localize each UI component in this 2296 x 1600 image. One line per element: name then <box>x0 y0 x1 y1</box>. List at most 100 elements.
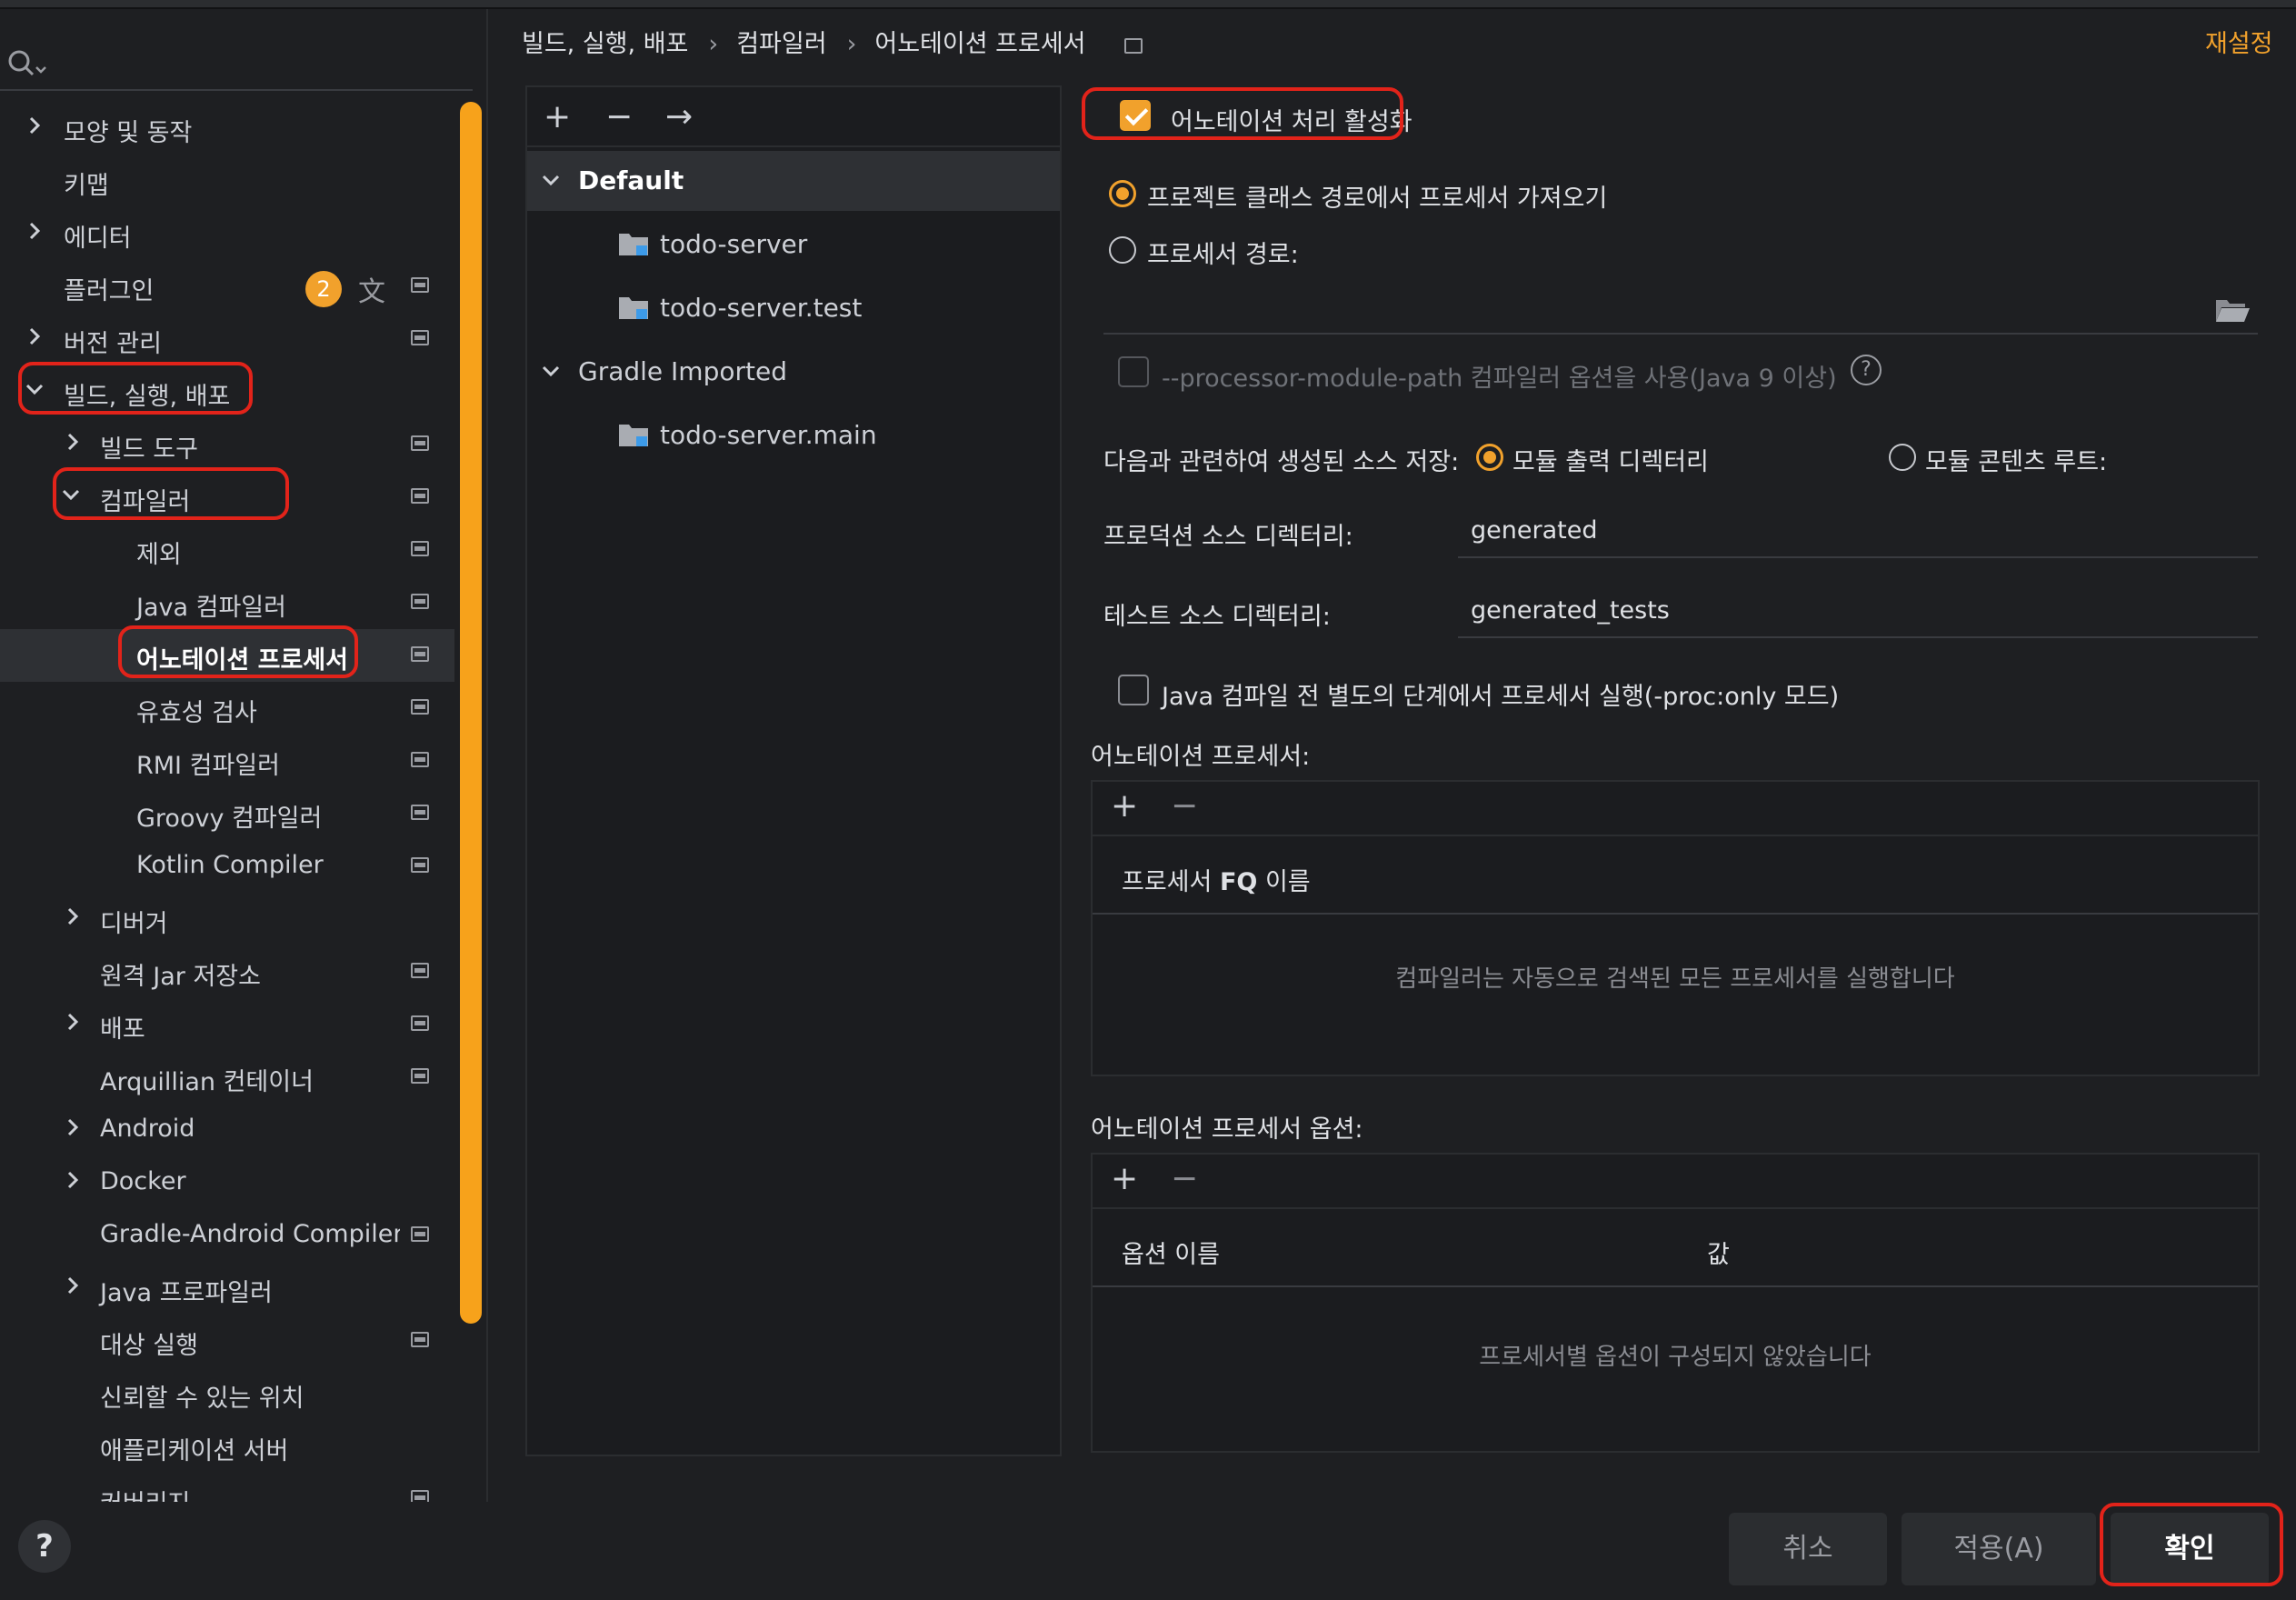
module-output-radio[interactable] <box>1476 444 1503 471</box>
sidebar-item-appearance[interactable]: 모양 및 동작 <box>0 102 454 155</box>
add-profile-icon[interactable]: + <box>544 98 571 135</box>
sidebar-item-application-servers[interactable]: 애플리케이션 서버 <box>0 1420 454 1473</box>
profile-row-gradle[interactable]: Gradle Imported <box>527 342 1060 402</box>
profile-row-default[interactable]: Default <box>527 151 1060 211</box>
module-row[interactable]: todo-server.test <box>527 278 1060 338</box>
option-value-column[interactable]: 값 <box>1707 1235 1730 1270</box>
sidebar-item-kotlin-compiler[interactable]: Kotlin Compiler <box>0 840 454 893</box>
proc-only-label[interactable]: Java 컴파일 전 별도의 단계에서 프로세서 실행(-proc:only 모… <box>1162 676 1839 712</box>
sidebar-item-excludes[interactable]: 제외 <box>0 524 454 576</box>
sidebar-item-debugger[interactable]: 디버거 <box>0 893 454 945</box>
remove-option-icon[interactable]: − <box>1171 1160 1198 1197</box>
sidebar-item-java-compiler[interactable]: Java 컴파일러 <box>0 576 454 629</box>
sidebar-item-arquillian[interactable]: Arquillian 컨테이너 <box>0 1051 454 1104</box>
content-root-radio[interactable] <box>1889 444 1916 471</box>
sidebar-item-label: 키맵 <box>64 172 109 200</box>
project-level-icon <box>411 752 429 767</box>
reset-link[interactable]: 재설정 <box>2205 24 2273 59</box>
sidebar-item-run-targets[interactable]: 대상 실행 <box>0 1315 454 1367</box>
sidebar-item-docker[interactable]: Docker <box>0 1156 454 1209</box>
option-name-column[interactable]: 옵션 이름 <box>1122 1235 1220 1270</box>
profile-label: Gradle Imported <box>578 356 787 386</box>
sidebar-item-label: Java 프로파일러 <box>100 1279 273 1307</box>
project-level-icon <box>411 646 429 662</box>
sidebar-item-remote-jar[interactable]: 원격 Jar 저장소 <box>0 945 454 998</box>
add-option-icon[interactable]: + <box>1111 1160 1138 1197</box>
annotation-settings: 어노테이션 처리 활성화 프로젝트 클래스 경로에서 프로세서 가져오기 프로세… <box>1082 85 2263 1456</box>
folder-open-icon[interactable] <box>2214 296 2251 324</box>
processor-fq-name-column[interactable]: 프로세서 FQ 이름 <box>1122 862 1311 897</box>
processors-toolbar: + − <box>1093 782 2258 836</box>
cancel-button[interactable]: 취소 <box>1729 1513 1887 1585</box>
sidebar-item-label: Kotlin Compiler <box>136 851 324 879</box>
settings-sidebar: 모양 및 동작 키맵 에디터 플러그인 2 文 버전 관리 빌드, 실행, 배포… <box>0 9 486 1502</box>
sidebar-item-version-control[interactable]: 버전 관리 <box>0 313 454 365</box>
sidebar-item-validation[interactable]: 유효성 검사 <box>0 682 454 735</box>
sidebar-scrollbar[interactable] <box>460 102 482 1324</box>
options-title: 어노테이션 프로세서 옵션: <box>1091 1115 1363 1144</box>
sidebar-item-label: 신뢰할 수 있는 위치 <box>100 1385 304 1413</box>
project-level-icon <box>411 594 429 609</box>
production-dir-underline <box>1458 556 2258 558</box>
sidebar-item-deployment[interactable]: 배포 <box>0 998 454 1051</box>
processor-path-radio[interactable] <box>1109 236 1136 264</box>
sidebar-item-rmi-compiler[interactable]: RMI 컴파일러 <box>0 735 454 787</box>
breadcrumb-part: 어노테이션 프로세서 <box>874 30 1086 58</box>
sidebar-item-plugins[interactable]: 플러그인 2 文 <box>0 260 454 313</box>
processor-path-field[interactable] <box>1103 333 2258 335</box>
sidebar-item-groovy-compiler[interactable]: Groovy 컴파일러 <box>0 787 454 840</box>
module-path-checkbox[interactable] <box>1118 356 1149 387</box>
sidebar-item-coverage[interactable]: 커버리지 <box>0 1473 454 1502</box>
breadcrumb-part[interactable]: 컴파일러 <box>736 30 826 58</box>
dialog-button-bar: ? 취소 적용(A) 확인 <box>0 1502 2296 1600</box>
content-root-radio-label[interactable]: 모듈 콘텐츠 루트: <box>1925 442 2107 477</box>
options-toolbar: + − <box>1093 1155 2258 1209</box>
classpath-radio[interactable] <box>1109 180 1136 207</box>
chevron-right-icon <box>29 222 41 240</box>
classpath-radio-label[interactable]: 프로젝트 클래스 경로에서 프로세서 가져오기 <box>1147 178 1607 214</box>
sidebar-item-label: Android <box>100 1115 195 1143</box>
column-text: 프로세서 <box>1122 868 1220 896</box>
help-icon[interactable]: ? <box>1851 355 1882 385</box>
highlight-ok-button <box>2100 1503 2283 1586</box>
project-level-icon <box>411 1332 429 1347</box>
module-path-option-label: --processor-module-path 컴파일러 옵션을 사용(Java… <box>1162 365 1837 393</box>
move-module-icon[interactable]: → <box>665 98 693 135</box>
proc-only-checkbox[interactable] <box>1118 675 1149 705</box>
sidebar-divider[interactable] <box>486 9 488 1502</box>
project-level-icon <box>411 435 429 451</box>
sidebar-item-gradle-android-compiler[interactable]: Gradle-Android Compiler <box>0 1209 454 1262</box>
chevron-right-icon: › <box>846 30 857 58</box>
sidebar-item-keymap[interactable]: 키맵 <box>0 155 454 207</box>
window-top-bar <box>0 0 2296 9</box>
project-level-icon <box>1124 38 1143 54</box>
sidebar-item-label: 원격 Jar 저장소 <box>100 963 261 991</box>
breadcrumb: 빌드, 실행, 배포 › 컴파일러 › 어노테이션 프로세서 <box>522 24 1152 59</box>
sidebar-item-label: 버전 관리 <box>64 330 162 358</box>
sidebar-item-trusted-locations[interactable]: 신뢰할 수 있는 위치 <box>0 1367 454 1420</box>
processor-path-radio-label[interactable]: 프로세서 경로: <box>1147 235 1299 270</box>
sidebar-item-build-tools[interactable]: 빌드 도구 <box>0 418 454 471</box>
sidebar-item-java-profiler[interactable]: Java 프로파일러 <box>0 1262 454 1315</box>
sidebar-search[interactable] <box>0 36 473 91</box>
project-level-icon <box>411 1226 429 1242</box>
sidebar-item-android[interactable]: Android <box>0 1104 454 1156</box>
help-button[interactable]: ? <box>18 1520 71 1573</box>
module-row[interactable]: todo-server <box>527 215 1060 275</box>
production-dir-input[interactable]: generated <box>1471 516 1597 545</box>
remove-profile-icon[interactable]: − <box>605 98 633 135</box>
sidebar-item-label: Arquillian 컨테이너 <box>100 1068 314 1096</box>
module-profile-panel: + − → Default todo-server todo-server.te… <box>525 85 1062 1456</box>
test-dir-input[interactable]: generated_tests <box>1471 596 1670 625</box>
sidebar-item-label: RMI 컴파일러 <box>136 752 280 780</box>
sidebar-item-editor[interactable]: 에디터 <box>0 207 454 260</box>
chevron-right-icon <box>67 433 79 451</box>
project-level-icon <box>411 963 429 978</box>
breadcrumb-part[interactable]: 빌드, 실행, 배포 <box>522 30 688 58</box>
processors-table-header: 프로세서 FQ 이름 <box>1093 836 2258 915</box>
apply-button[interactable]: 적용(A) <box>1902 1513 2096 1585</box>
remove-processor-icon[interactable]: − <box>1171 787 1198 825</box>
add-processor-icon[interactable]: + <box>1111 787 1138 825</box>
module-output-radio-label[interactable]: 모듈 출력 디렉터리 <box>1512 442 1709 477</box>
module-row[interactable]: todo-server.main <box>527 405 1060 465</box>
